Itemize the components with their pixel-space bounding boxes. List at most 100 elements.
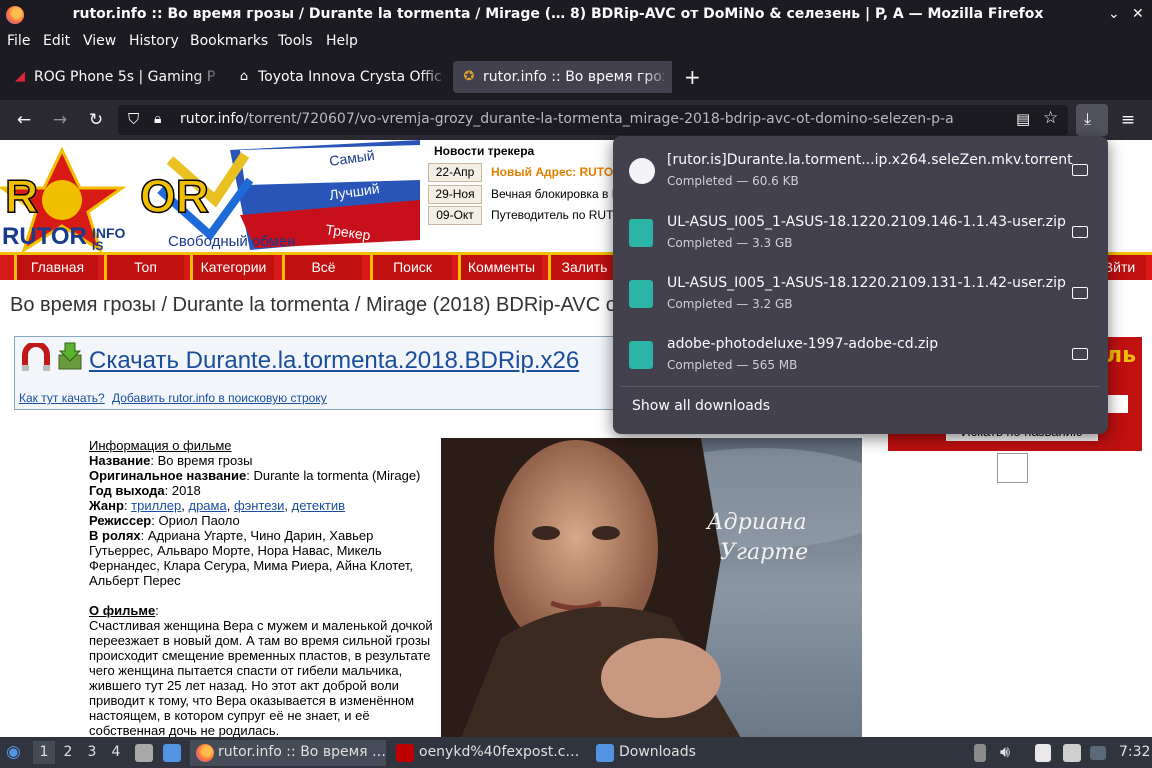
file-manager-launcher-icon[interactable] — [135, 744, 153, 762]
workspace-3[interactable]: 3 — [81, 741, 103, 764]
workspace-4[interactable]: 4 — [105, 741, 127, 764]
tab-rog-phone[interactable]: ◢ ROG Phone 5s | Gaming Ph — [4, 61, 224, 93]
genre-link[interactable]: триллер — [131, 498, 181, 513]
download-item[interactable]: adobe-photodeluxe-1997-adobe-cd.zip Comp… — [621, 328, 1100, 388]
back-button[interactable]: ← — [12, 108, 36, 132]
tab-toyota[interactable]: ⌂ Toyota Innova Crysta Offic — [228, 61, 450, 93]
desktop-icon[interactable] — [163, 744, 181, 762]
reload-button[interactable]: ↻ — [84, 108, 108, 132]
taskbar-app-downloads[interactable]: Downloads — [592, 740, 732, 766]
open-folder-icon[interactable] — [1072, 287, 1088, 299]
close-button[interactable]: ✕ — [1132, 6, 1144, 22]
chat-icon[interactable] — [1090, 746, 1106, 760]
network-icon[interactable] — [1063, 744, 1081, 762]
rutor-icon: ✪ — [463, 69, 475, 84]
open-folder-icon[interactable] — [1072, 226, 1088, 238]
poster-actor-last: Угарте — [720, 540, 809, 565]
news-link[interactable]: Новый Адрес: RUTOR — [491, 165, 621, 179]
volume-icon[interactable]: 🔊︎ — [1000, 742, 1010, 762]
download-box: Скачать Durante.la.tormenta.2018.BDRip.x… — [14, 336, 634, 410]
news-link[interactable]: Вечная блокировка в Р — [491, 187, 621, 201]
genre-link[interactable]: драма — [188, 498, 226, 513]
menu-bar: File Edit View History Bookmarks Tools H… — [0, 30, 1152, 54]
menu-upload[interactable]: Залить — [548, 255, 618, 280]
url-text[interactable]: rutor.info/torrent/720607/vo-vremja-groz… — [180, 111, 954, 127]
workspace-1[interactable]: 1 — [33, 741, 55, 764]
shield-icon[interactable]: ⛉ — [128, 110, 139, 128]
downloads-button[interactable]: ⤓ — [1076, 104, 1108, 136]
lock-icon[interactable]: 🔒︎ — [154, 111, 161, 127]
about-header: О фильме — [89, 603, 156, 618]
menu-history[interactable]: History — [129, 33, 179, 49]
new-tab-button[interactable]: + — [684, 65, 701, 89]
show-all-downloads-button[interactable]: Show all downloads — [632, 398, 770, 414]
torrent-file-icon — [629, 158, 655, 184]
menu-view[interactable]: View — [83, 33, 116, 49]
reader-view-icon[interactable]: ▤ — [1016, 110, 1030, 128]
menu-top[interactable]: Топ — [104, 255, 184, 280]
menu-bookmarks[interactable]: Bookmarks — [190, 33, 268, 49]
download-item[interactable]: UL-ASUS_I005_1-ASUS-18.1220.2109.131-1.1… — [621, 267, 1100, 327]
menu-help[interactable]: Help — [326, 33, 358, 49]
rog-icon: ◢ — [15, 69, 25, 84]
genre-link[interactable]: фэнтези — [234, 498, 284, 513]
magnet-icon[interactable] — [21, 343, 51, 373]
news-link[interactable]: Путеводитель по RUTO — [491, 208, 621, 222]
download-item[interactable]: [rutor.is]Durante.la.torment...ip.x264.s… — [621, 144, 1100, 204]
svg-text:OR: OR — [140, 170, 209, 222]
clipboard-icon[interactable] — [1035, 744, 1051, 762]
rutor-logo[interactable]: R OR RUTOR INFO IS Свободный обмен Самый… — [0, 140, 420, 254]
open-folder-icon[interactable] — [1072, 348, 1088, 360]
menu-file[interactable]: File — [7, 33, 30, 49]
forward-button[interactable]: → — [48, 108, 72, 132]
taskbar-app-firefox[interactable]: rutor.info :: Во время … — [190, 740, 386, 766]
firefox-icon — [196, 744, 214, 762]
menu-edit[interactable]: Edit — [43, 33, 70, 49]
news-header: Новости трекера — [434, 144, 535, 158]
logo-slogan: Свободный обмен — [168, 233, 296, 250]
menu-all[interactable]: Всё — [282, 255, 362, 280]
logo-rutor-text: RUTOR — [2, 223, 87, 250]
promo-button-text[interactable]: ль — [1106, 343, 1136, 368]
app-menu-button[interactable]: ≡ — [1116, 108, 1140, 132]
logo-is-text: IS — [92, 239, 103, 252]
open-folder-icon[interactable] — [1072, 164, 1088, 176]
poster-actor-first: Адриана — [707, 510, 807, 535]
url-bar[interactable]: ⛉ 🔒︎ rutor.info/torrent/720607/vo-vremja… — [118, 105, 1068, 135]
taskbar-app-filezilla[interactable]: oenykd%40fexpost.c… — [392, 740, 588, 766]
workspace-2[interactable]: 2 — [57, 741, 79, 764]
genre-link[interactable]: детектив — [292, 498, 345, 513]
torrent-title: Во время грозы / Durante la tormenta / M… — [10, 294, 617, 316]
menu-comments[interactable]: Комменты — [458, 255, 542, 280]
filezilla-icon — [396, 744, 414, 762]
menu-categories[interactable]: Категории — [190, 255, 274, 280]
menu-search[interactable]: Поиск — [370, 255, 452, 280]
minimize-button[interactable]: ⌄ — [1108, 6, 1120, 22]
add-search-engine-link[interactable]: Добавить rutor.info в поисковую строку — [112, 391, 327, 405]
how-to-download-link[interactable]: Как тут качать? — [19, 391, 105, 405]
info-header: Информация о фильме — [89, 438, 232, 453]
zip-file-icon — [629, 341, 653, 369]
tab-rutor[interactable]: ✪ rutor.info :: Во время грозы — [453, 61, 672, 93]
navigation-bar: ← → ↻ ⛉ 🔒︎ rutor.info/torrent/720607/vo-… — [0, 100, 1152, 140]
firefox-logo-icon — [6, 6, 24, 24]
start-menu-icon[interactable]: ◉ — [6, 742, 21, 762]
download-torrent-link[interactable]: Скачать Durante.la.tormenta.2018.BDRip.x… — [89, 347, 579, 375]
downloads-panel: [rutor.is]Durante.la.torment...ip.x264.s… — [613, 136, 1108, 434]
usb-icon[interactable] — [974, 744, 986, 762]
window-title: rutor.info :: Во время грозы / Durante l… — [72, 6, 1044, 22]
movie-info: Информация о фильме Название: Во время г… — [89, 438, 435, 737]
title-bar: rutor.info :: Во время грозы / Durante l… — [0, 0, 1152, 30]
movie-description: Счастливая женщина Вера с мужем и малень… — [89, 618, 433, 737]
download-torrent-icon[interactable] — [57, 341, 83, 371]
original-name: : Durante la tormenta (Mirage) — [246, 468, 421, 483]
download-item[interactable]: UL-ASUS_I005_1-ASUS-18.1220.2109.146-1.1… — [621, 206, 1100, 266]
bookmark-star-icon[interactable]: ☆ — [1043, 108, 1058, 128]
wikipedia-icon: ⌂ — [239, 69, 249, 84]
menu-home[interactable]: Главная — [14, 255, 98, 280]
zip-file-icon — [629, 219, 653, 247]
release-year: : 2018 — [164, 483, 201, 498]
download-arrow-icon: ⤓ — [1084, 109, 1092, 128]
menu-tools[interactable]: Tools — [278, 33, 313, 49]
movie-name: : Во время грозы — [150, 453, 253, 468]
